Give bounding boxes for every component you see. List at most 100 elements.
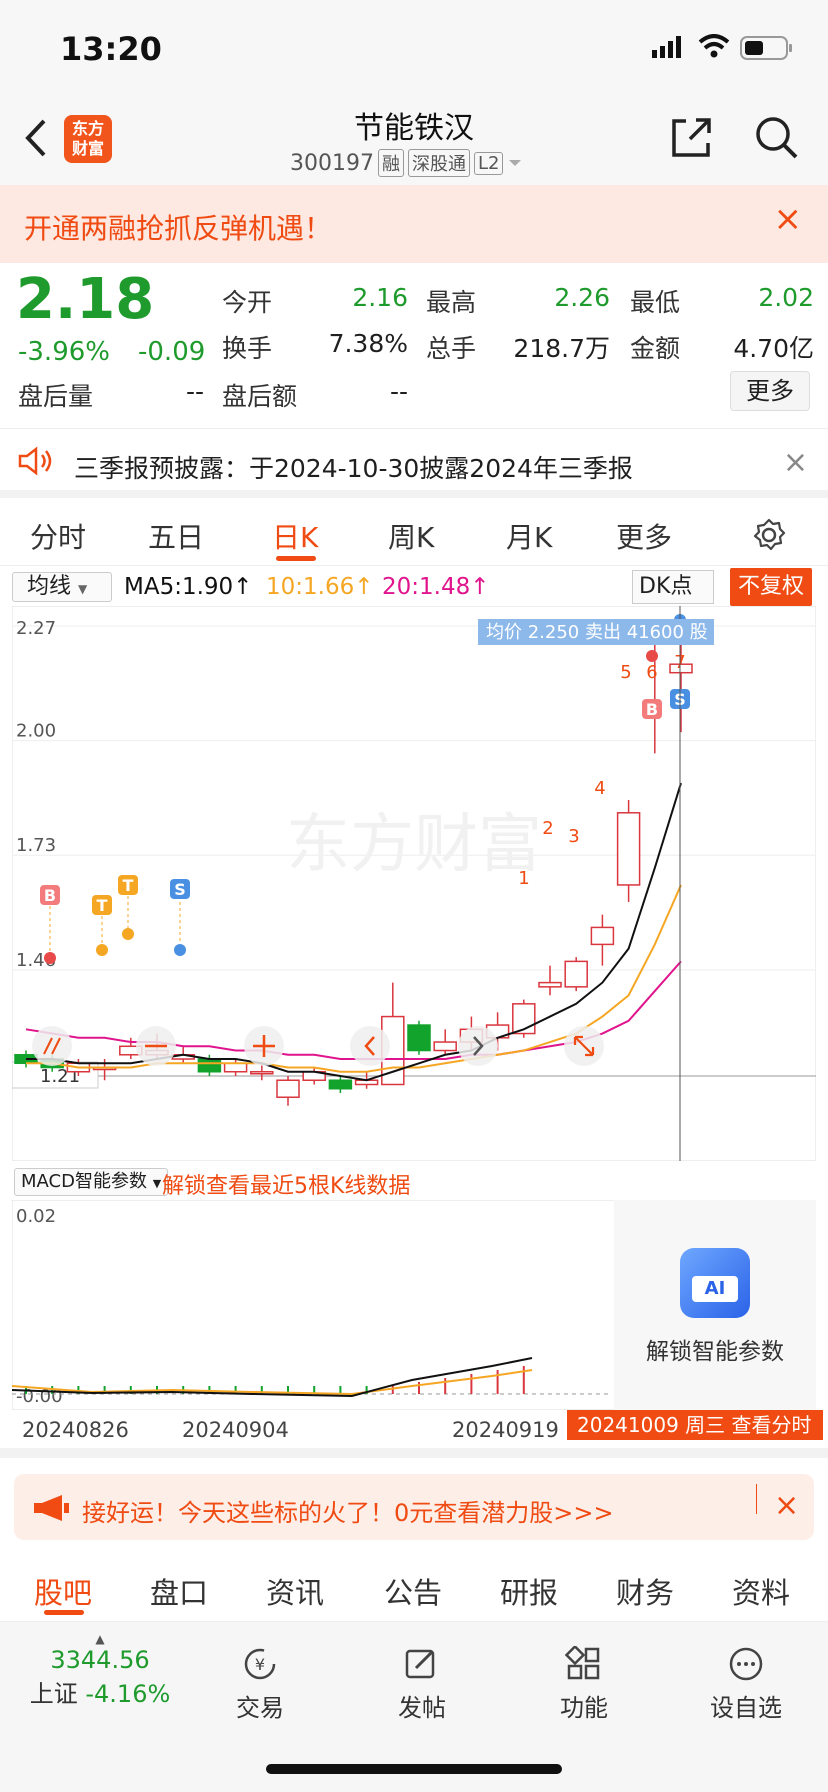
tab-finance[interactable]: 财务 bbox=[616, 1570, 674, 1612]
tag-margin: 融 bbox=[377, 149, 404, 177]
signal-marker: S bbox=[174, 880, 186, 899]
candle-body bbox=[197, 1058, 222, 1073]
amount-value: 4.70亿 bbox=[733, 334, 814, 363]
watermark: 东方财富 bbox=[286, 808, 542, 882]
macd-caret-icon: ▼ bbox=[152, 1177, 162, 1190]
candle-body bbox=[538, 981, 562, 988]
content-tabs: 股吧 盘口 资讯 公告 研报 财务 资料 bbox=[0, 1552, 828, 1622]
tab-order-book[interactable]: 盘口 bbox=[150, 1570, 208, 1612]
chart-period-tabs: 分时 五日 日K 周K 月K 更多 bbox=[0, 500, 828, 566]
status-time: 13:20 bbox=[60, 30, 162, 68]
date-label-3: 20240919 bbox=[452, 1418, 559, 1442]
avg-price-tip: 均价 2.250 卖出 41600 股 bbox=[486, 622, 708, 643]
index-quote[interactable]: ▲ 3344.56 上证 -4.16% bbox=[20, 1632, 180, 1709]
wave-number-marker: 5 bbox=[620, 662, 631, 683]
notice-text: 三季报预披露：于2024-10-30披露2024年三季报 bbox=[74, 454, 633, 483]
ma10-label: 10:1.66↑ bbox=[266, 574, 374, 600]
search-icon[interactable] bbox=[754, 115, 798, 159]
wave-number-marker: 6 bbox=[646, 662, 657, 683]
ai-unlock-card[interactable]: AI 解锁智能参数 bbox=[614, 1200, 816, 1410]
nav-add-watchlist[interactable]: 设自选 bbox=[696, 1646, 796, 1723]
status-bar: 13:20 bbox=[0, 0, 828, 95]
candle-body bbox=[590, 926, 615, 946]
tab-research[interactable]: 研报 bbox=[500, 1570, 558, 1612]
chart-control-left-icon[interactable] bbox=[350, 1026, 390, 1066]
tab-daily-k[interactable]: 日K bbox=[272, 516, 318, 556]
home-indicator bbox=[266, 1764, 562, 1774]
turnover-label: 换手 bbox=[222, 334, 273, 363]
after-volume-label: 盘后量 bbox=[18, 382, 94, 411]
promo-close-icon[interactable]: × bbox=[774, 199, 803, 239]
active-tab-indicator bbox=[276, 556, 316, 561]
macd-select[interactable]: MACD智能参数 ▼ bbox=[14, 1168, 169, 1196]
y-tick-label: 2.27 bbox=[16, 618, 56, 639]
wave-number-marker: 3 bbox=[568, 826, 579, 847]
caret-up-icon: ▲ bbox=[95, 1632, 105, 1646]
date-axis: 20240826 20240904 20240919 20241009 周三 查… bbox=[0, 1410, 828, 1458]
volume-label: 总手 bbox=[426, 334, 477, 363]
gear-icon[interactable] bbox=[752, 518, 786, 552]
marker-dot bbox=[122, 928, 134, 940]
banner-text: 接好运！今天这些标的火了！0元查看潜力股>>> bbox=[82, 1499, 614, 1527]
nav-functions[interactable]: 功能 bbox=[534, 1644, 634, 1723]
signal-icon bbox=[652, 36, 681, 58]
tab-intraday[interactable]: 分时 bbox=[30, 516, 86, 556]
wave-number-marker: 4 bbox=[594, 778, 605, 799]
nav-post[interactable]: 发帖 bbox=[372, 1646, 472, 1723]
marker-dot bbox=[44, 952, 56, 964]
signal-marker: B bbox=[44, 886, 56, 905]
nav-trade[interactable]: ¥ 交易 bbox=[210, 1646, 310, 1723]
no-adjust-button[interactable]: 不复权 bbox=[730, 568, 812, 606]
tab-news[interactable]: 资讯 bbox=[266, 1570, 324, 1612]
select-caret-icon: ▼ bbox=[78, 582, 88, 596]
high-value: 2.26 bbox=[554, 283, 610, 312]
y-tick-label: 2.00 bbox=[16, 721, 56, 742]
index-change: -4.16% bbox=[85, 1680, 171, 1708]
banner-close-icon[interactable]: × bbox=[774, 1488, 799, 1523]
promo-bar[interactable]: 开通两融抢抓反弹机遇！ × bbox=[0, 185, 828, 263]
content-tab-indicator bbox=[44, 1610, 84, 1615]
tag-connect: 深股通 bbox=[407, 149, 470, 177]
chart-control-slash-icon[interactable] bbox=[32, 1026, 72, 1066]
turnover-value: 7.38% bbox=[328, 329, 408, 358]
ai-icon-text: AI bbox=[692, 1276, 738, 1302]
tab-announcements[interactable]: 公告 bbox=[384, 1570, 442, 1612]
tab-monthly-k[interactable]: 月K bbox=[506, 516, 552, 556]
ma20-label: 20:1.48↑ bbox=[382, 574, 490, 600]
tag-level2: L2 bbox=[473, 151, 504, 175]
low-value: 2.02 bbox=[758, 283, 814, 312]
date-tip-button[interactable]: 20241009 周三 查看分时 bbox=[567, 1410, 823, 1440]
ai-icon: AI bbox=[680, 1248, 750, 1318]
stock-header: 东方 财富 节能铁汉 300197 融 深股通 L2 bbox=[0, 95, 828, 185]
open-value: 2.16 bbox=[352, 283, 408, 312]
tab-profile[interactable]: 资料 bbox=[732, 1570, 790, 1612]
date-label-2: 20240904 bbox=[182, 1418, 289, 1442]
report-notice[interactable]: 三季报预披露：于2024-10-30披露2024年三季报 × bbox=[0, 428, 828, 498]
index-name: 上证 bbox=[29, 1680, 78, 1708]
notice-close-icon[interactable]: × bbox=[783, 445, 808, 480]
macd-unlock-link[interactable]: 解锁查看最近5根K线数据 bbox=[162, 1168, 410, 1200]
index-value: 3344.56 bbox=[50, 1646, 150, 1674]
chart-control-right-icon[interactable] bbox=[458, 1026, 498, 1066]
indicator-select[interactable]: 均线 ▼ bbox=[12, 572, 112, 602]
promo-banner[interactable]: 接好运！今天这些标的火了！0元查看潜力股>>> × bbox=[14, 1474, 814, 1540]
candlestick-chart[interactable]: 2.272.001.731.461.21东方财富BTT S12 345 6B7S均价 … bbox=[12, 606, 816, 1161]
tab-weekly-k[interactable]: 周K bbox=[388, 516, 434, 556]
stock-subtitle[interactable]: 300197 融 深股通 L2 bbox=[290, 149, 523, 177]
ma5-label: MA5:1.90↑ bbox=[124, 574, 253, 600]
tab-five-day[interactable]: 五日 bbox=[148, 516, 204, 556]
signal-marker: T bbox=[97, 896, 108, 915]
banner-divider bbox=[756, 1484, 757, 1514]
tab-guba[interactable]: 股吧 bbox=[34, 1570, 92, 1612]
candle-body bbox=[616, 812, 641, 886]
share-icon[interactable] bbox=[668, 115, 712, 159]
after-amount-label: 盘后额 bbox=[222, 382, 298, 411]
quote-panel: 2.18 -3.96% -0.09 今开 2.16 最高 2.26 最低 2.0… bbox=[0, 263, 828, 425]
tab-more[interactable]: 更多 bbox=[616, 516, 672, 556]
dk-point-button[interactable]: DK点 bbox=[632, 570, 714, 604]
svg-text:¥: ¥ bbox=[255, 1655, 265, 1674]
candle-body bbox=[433, 1041, 457, 1052]
signal-marker: B bbox=[646, 700, 658, 719]
macd-header: MACD智能参数 ▼ 解锁查看最近5根K线数据 bbox=[0, 1162, 828, 1200]
more-button[interactable]: 更多 bbox=[730, 371, 810, 411]
